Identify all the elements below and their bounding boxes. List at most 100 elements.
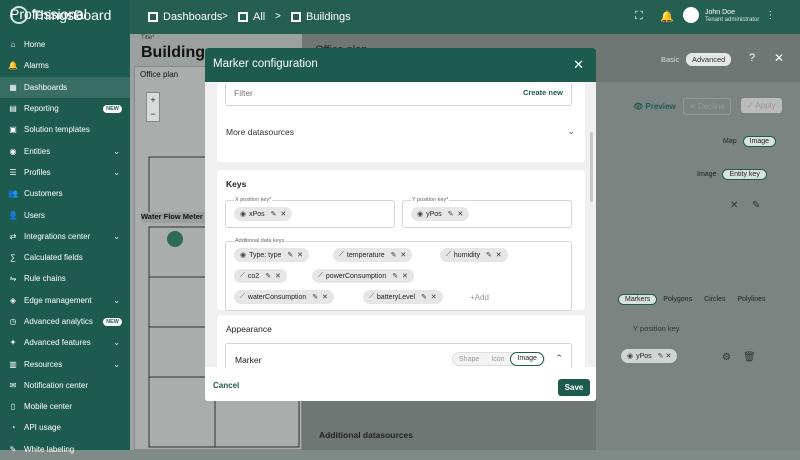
tab-circles[interactable]: Circles [698, 295, 731, 304]
sidebar-item-rule-chains[interactable]: ⇋ Rule chains [0, 268, 130, 289]
sidebar-item-alarms[interactable]: 🔔 Alarms [0, 55, 130, 76]
preview-button[interactable]: 👁 Preview [633, 102, 676, 111]
marker-type-toggle[interactable]: Shape Icon Image [452, 352, 545, 366]
sidebar-item-label: Resources [24, 359, 63, 369]
key-chip-battery[interactable]: ⟋ batteryLevel ✎ ✕ [363, 290, 443, 304]
sidebar-item-label: Mobile center [24, 402, 73, 412]
nav-icon: ⇄ [9, 231, 17, 241]
sidebar-item-label: Calculated fields [24, 253, 83, 263]
clear-icon[interactable]: ✕ [730, 200, 738, 211]
fullscreen-icon[interactable]: ⛶ [635, 10, 643, 23]
tab-markers[interactable]: Markers [618, 294, 658, 305]
sidebar-item-advanced-features[interactable]: ✦ Advanced features ⌄ [0, 332, 130, 353]
toggle-icon[interactable]: Icon [485, 356, 510, 363]
filter-field[interactable]: Filter Create new [225, 82, 572, 106]
key-chip-temperature[interactable]: ⟋ temperature ✎ ✕ [333, 248, 413, 262]
sidebar-item-calculated-fields[interactable]: ∑ Calculated fields [0, 247, 130, 268]
settings-icon[interactable]: ⚙ [722, 352, 731, 363]
sidebar-item-dashboards[interactable]: ▦ Dashboards [0, 76, 130, 98]
ypos-chip[interactable]: ◉ yPos ✎ ✕ [621, 349, 678, 363]
new-badge: NEW [103, 317, 122, 326]
more-datasources[interactable]: More datasources [226, 127, 294, 137]
create-new-button[interactable]: Create new [523, 88, 563, 97]
breadcrumb-buildings[interactable]: Buildings [291, 11, 351, 23]
sidebar-item-solution-templates[interactable]: ▣ Solution templates [0, 119, 130, 140]
sidebar-item-integrations-center[interactable]: ⇄ Integrations center ⌄ [0, 226, 130, 247]
marker-configuration-dialog: Marker configuration ✕ Filter Create new… [205, 48, 596, 401]
sidebar-item-mobile-center[interactable]: ▯ Mobile center [0, 396, 130, 417]
tab-polylines[interactable]: Polylines [731, 295, 771, 304]
cancel-button[interactable]: Cancel [213, 381, 239, 390]
key-chip-water[interactable]: ⟋ waterConsumption ✎ ✕ [234, 290, 334, 304]
toggle-map[interactable]: Map [717, 137, 743, 146]
nav-icon: ✦ [9, 338, 17, 348]
sidebar-item-api-usage[interactable]: ◔ API usage [0, 417, 130, 438]
toggle-image[interactable]: Image [742, 136, 777, 147]
breadcrumb-dashboards[interactable]: Dashboards [148, 11, 222, 23]
save-button[interactable]: Save [558, 379, 590, 396]
key-chip-humidity[interactable]: ⟋ humidity ✎ ✕ [440, 248, 508, 262]
breadcrumb-all[interactable]: All [238, 11, 265, 23]
sidebar-item-label: Customers [24, 189, 63, 199]
nav-icon: ✎ [9, 444, 17, 454]
sidebar-nav: ⌂ Home 🔔 Alarms ▦ Dashboards ▤ Reporting NEW ▣ Sol… [0, 34, 130, 460]
xpos-chip[interactable]: ◉ xPos ✎ ✕ [234, 207, 293, 221]
close-icon[interactable]: ✕ [573, 57, 584, 73]
more-vert-icon[interactable]: ⋮ [765, 10, 775, 21]
sidebar-item-customers[interactable]: 👥 Customers [0, 183, 130, 204]
y-position-field[interactable]: Y position key* ◉ yPos ✎ ✕ [402, 197, 572, 228]
sidebar-item-entities[interactable]: ◉ Entities ⌄ [0, 140, 130, 161]
dialog-title: Marker configuration [213, 58, 318, 70]
mode-advanced[interactable]: Advanced [686, 53, 732, 66]
sidebar-item-advanced-analytics[interactable]: ◷ Advanced analytics NEW [0, 311, 130, 332]
sidebar-item-reporting[interactable]: ▤ Reporting NEW [0, 98, 130, 119]
mode-basic[interactable]: Basic [661, 55, 679, 64]
add-key-input[interactable]: +Add [470, 293, 489, 302]
tab-polygons[interactable]: Polygons [657, 295, 698, 304]
delete-icon[interactable]: 🗑 [743, 352, 756, 363]
key-chip-type[interactable]: ◉ Type: type ✎ ✕ [234, 248, 310, 262]
edit-icon[interactable]: ✎ [752, 200, 760, 211]
ypos-chip[interactable]: ◉ yPos ✎ ✕ [411, 207, 470, 221]
keys-card: Keys X position key* ◉ xPos ✎ ✕ Y position… [217, 170, 585, 311]
user-menu[interactable]: John Doe Tenant administrator ⋮ [683, 7, 775, 23]
apply-button[interactable]: ✓ Apply [741, 98, 782, 113]
dialog-header: Marker configuration [205, 48, 596, 82]
decline-button[interactable]: ✕ Decline [683, 98, 731, 115]
chevron-up-icon[interactable]: ⌃ [555, 353, 563, 364]
sidebar-item-users[interactable]: 👤 Users [0, 204, 130, 225]
help-icon[interactable]: ? [749, 52, 755, 64]
sidebar-item-resources[interactable]: ▥ Resources ⌄ [0, 353, 130, 374]
key-chip-power[interactable]: ⟋ powerConsumption ✎ ✕ [312, 269, 414, 283]
additional-keys-field[interactable]: Additional data keys ◉ Type: type ✎ ✕ ⟋ tem… [225, 238, 572, 311]
chip-actions: ✎ ✕ [447, 211, 464, 218]
x-position-label: X position key* [234, 197, 273, 203]
overlay-tabs[interactable]: Markers Polygons Circles Polylines [618, 293, 771, 306]
map-type-toggle[interactable]: Map Image [717, 135, 777, 148]
filter-placeholder: Filter [234, 88, 253, 98]
chevron-down-icon[interactable]: ⌄ [567, 126, 575, 137]
sidebar: ThingsBoard Professional ⌂ Home 🔔 Alarms ▦ Da… [0, 0, 130, 454]
nav-icon: ▤ [9, 104, 17, 114]
toggle-image[interactable]: Image [510, 352, 544, 366]
scrollbar[interactable] [590, 132, 593, 202]
notifications-icon[interactable]: 🔔 [660, 10, 674, 23]
sidebar-item-home[interactable]: ⌂ Home [0, 34, 130, 55]
source-toggle[interactable]: Image Entity key [691, 168, 767, 181]
toggle-shape[interactable]: Shape [453, 356, 485, 363]
key-chip-co2[interactable]: ⟋ co2 ✎ ✕ [234, 269, 287, 283]
nav-icon: ▥ [9, 359, 17, 369]
sidebar-item-edge-management[interactable]: ◈ Edge management ⌄ [0, 290, 130, 311]
zoom-control[interactable]: + − [146, 92, 160, 122]
chip-actions: ✎ ✕ [270, 211, 287, 218]
toggle-entity-key[interactable]: Entity key [722, 169, 767, 180]
sidebar-item-profiles[interactable]: ☰ Profiles ⌄ [0, 162, 130, 183]
sidebar-item-label: Advanced features [24, 338, 91, 348]
sidebar-item-white-labeling[interactable]: ✎ White labeling [0, 439, 130, 460]
chip-label: waterConsumption [247, 293, 307, 301]
close-editor-icon[interactable]: ✕ [774, 51, 784, 65]
new-badge: NEW [103, 104, 122, 113]
sidebar-item-notification-center[interactable]: ✉ Notification center [0, 375, 130, 396]
toggle-image-source[interactable]: Image [691, 170, 722, 179]
x-position-field[interactable]: X position key* ◉ xPos ✎ ✕ [225, 197, 395, 228]
